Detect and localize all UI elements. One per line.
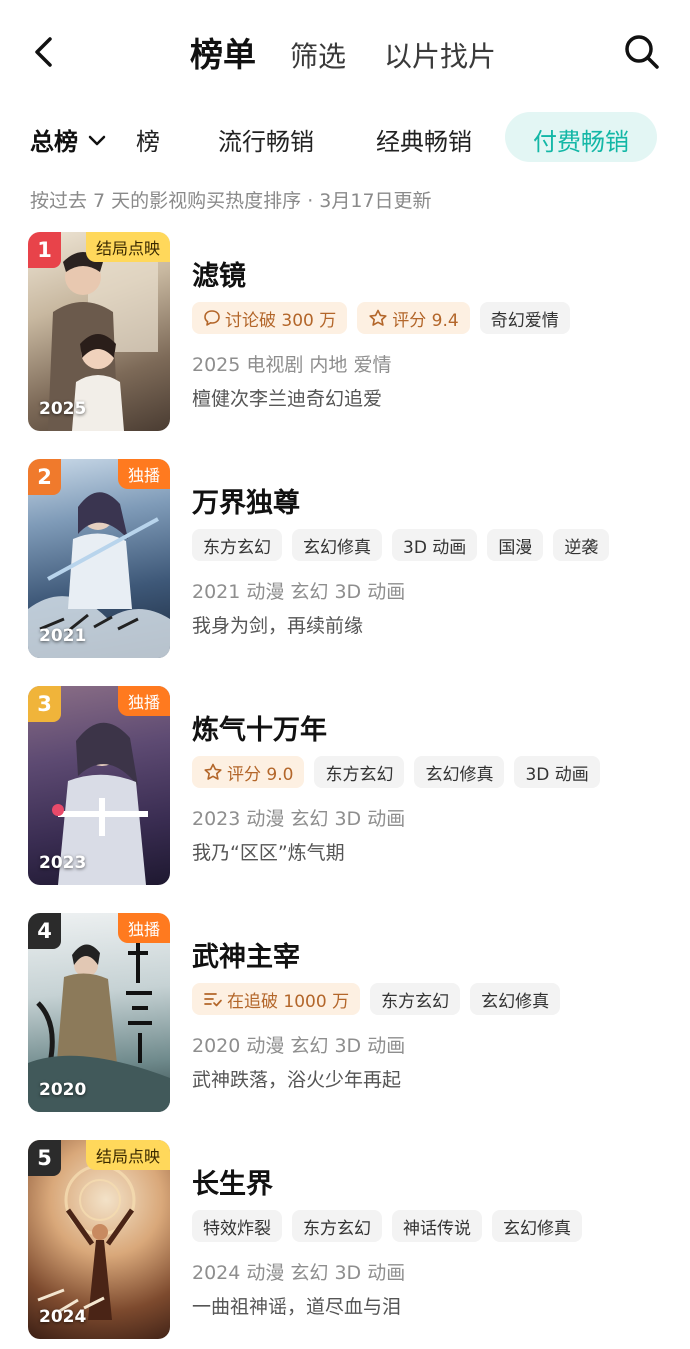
poster-year: 2024	[39, 1307, 87, 1327]
rank-badge: 5	[28, 1140, 61, 1176]
star-icon	[368, 309, 388, 327]
list-item[interactable]: 3 独播 2023 炼气十万年 评分 9.0 东方玄幻 玄幻修真 3D 动画 2…	[0, 686, 690, 886]
item-title[interactable]: 滤镜	[192, 254, 246, 293]
star-icon	[203, 763, 223, 781]
tag-genre[interactable]: 3D 动画	[514, 756, 600, 788]
category-tab-partial[interactable]: 榜	[136, 122, 160, 157]
tag-rating[interactable]: 评分 9.0	[192, 756, 305, 788]
back-button[interactable]	[26, 30, 60, 74]
item-description: 檀健次李兰迪奇幻追爱	[192, 388, 383, 410]
status-badge: 独播	[117, 913, 170, 943]
tag-genre[interactable]: 玄幻修真	[492, 1210, 582, 1242]
tag-genre[interactable]: 逆袭	[553, 529, 610, 561]
poster-image[interactable]: 3 独播 2023	[28, 686, 170, 885]
tag-label: 评分 9.4	[392, 310, 459, 331]
search-button[interactable]	[622, 32, 662, 72]
tag-label: 评分 9.0	[227, 764, 294, 785]
poster-image[interactable]: 5 结局点映 2024	[28, 1140, 170, 1339]
tag-genre[interactable]: 玄幻修真	[414, 756, 505, 788]
rank-badge: 4	[28, 913, 61, 949]
list-item[interactable]: 5 结局点映 2024 长生界 特效炸裂 东方玄幻 神话传说 玄幻修真 2024…	[0, 1140, 690, 1340]
tag-genre[interactable]: 玄幻修真	[470, 983, 561, 1015]
category-tabs: 总榜 榜 流行畅销 经典畅销 付费畅销	[0, 110, 690, 166]
item-description: 我身为剑，再续前缘	[192, 615, 364, 637]
tag-genre[interactable]: 东方玄幻	[192, 529, 282, 561]
tag-genre[interactable]: 东方玄幻	[370, 983, 461, 1015]
category-tab-popular[interactable]: 流行畅销	[218, 122, 314, 157]
chevron-down-icon	[88, 135, 106, 145]
item-title[interactable]: 武神主宰	[192, 935, 300, 974]
category-dropdown-label: 总榜	[30, 128, 78, 156]
tag-genre[interactable]: 奇幻爱情	[479, 302, 570, 334]
poster-year: 2023	[39, 853, 87, 873]
chevron-left-icon	[35, 37, 52, 67]
tag-genre[interactable]: 东方玄幻	[292, 1210, 382, 1242]
item-meta: 2024 动漫 玄幻 3D 动画	[192, 1262, 406, 1284]
item-description: 我乃“区区”炼气期	[192, 842, 345, 864]
comment-icon	[203, 309, 221, 327]
tag-following[interactable]: 在追破 1000 万	[192, 983, 361, 1015]
poster-year: 2020	[39, 1080, 87, 1100]
tag-list: 评分 9.0 东方玄幻 玄幻修真 3D 动画	[192, 756, 610, 788]
nav-tabs: 榜单 筛选 以片找片	[190, 28, 534, 76]
tag-genre[interactable]: 神话传说	[392, 1210, 482, 1242]
poster-year: 2025	[39, 399, 87, 419]
item-description: 武神跌落，浴火少年再起	[192, 1069, 402, 1091]
item-meta: 2025 电视剧 内地 爱情	[192, 354, 392, 376]
status-badge: 结局点映	[85, 1140, 170, 1170]
item-meta: 2021 动漫 玄幻 3D 动画	[192, 581, 406, 603]
tag-genre[interactable]: 国漫	[487, 529, 544, 561]
tab-rankings[interactable]: 榜单	[190, 28, 256, 76]
category-tab-paid[interactable]: 付费畅销	[505, 112, 657, 162]
status-badge: 结局点映	[85, 232, 170, 262]
tag-list: 讨论破 300 万 评分 9.4 奇幻爱情	[192, 302, 580, 334]
item-title[interactable]: 万界独尊	[192, 481, 300, 520]
category-tab-classic[interactable]: 经典畅销	[376, 122, 472, 157]
top-nav-bar: 榜单 筛选 以片找片	[0, 0, 690, 104]
tab-filter[interactable]: 筛选	[290, 35, 346, 75]
list-item[interactable]: 1 结局点映 2025 滤镜 讨论破 300 万 评分 9.4 奇幻爱情 202…	[0, 232, 690, 432]
poster-image[interactable]: 1 结局点映 2025	[28, 232, 170, 431]
poster-year: 2021	[39, 626, 87, 646]
rank-badge: 2	[28, 459, 61, 495]
category-dropdown[interactable]: 总榜	[30, 122, 106, 157]
tag-genre[interactable]: 玄幻修真	[292, 529, 382, 561]
ranking-description: 按过去 7 天的影视购买热度排序 · 3月17日更新	[30, 190, 432, 212]
item-meta: 2023 动漫 玄幻 3D 动画	[192, 808, 406, 830]
rank-badge: 3	[28, 686, 61, 722]
list-item[interactable]: 2 独播 2021 万界独尊 东方玄幻 玄幻修真 3D 动画 国漫 逆袭 202…	[0, 459, 690, 659]
tag-list: 特效炸裂 东方玄幻 神话传说 玄幻修真	[192, 1210, 592, 1242]
list-item[interactable]: 4 独播 2020 武神主宰 在追破 1000 万 东方玄幻 玄幻修真 2020…	[0, 913, 690, 1113]
tag-genre[interactable]: 东方玄幻	[314, 756, 405, 788]
item-title[interactable]: 长生界	[192, 1162, 273, 1201]
tab-find-by-clip[interactable]: 以片找片	[384, 35, 496, 75]
tag-discussion[interactable]: 讨论破 300 万	[192, 302, 348, 334]
tag-genre[interactable]: 3D 动画	[392, 529, 478, 561]
tag-list: 东方玄幻 玄幻修真 3D 动画 国漫 逆袭	[192, 529, 619, 561]
tag-genre[interactable]: 特效炸裂	[192, 1210, 282, 1242]
tag-label: 讨论破 300 万	[225, 310, 337, 331]
tag-rating[interactable]: 评分 9.4	[357, 302, 470, 334]
item-description: 一曲祖神谣，道尽血与泪	[192, 1296, 402, 1318]
tag-list: 在追破 1000 万 东方玄幻 玄幻修真	[192, 983, 570, 1015]
poster-image[interactable]: 4 独播 2020	[28, 913, 170, 1112]
item-meta: 2020 动漫 玄幻 3D 动画	[192, 1035, 406, 1057]
item-title[interactable]: 炼气十万年	[192, 708, 327, 747]
search-icon	[625, 35, 659, 69]
rank-badge: 1	[28, 232, 61, 268]
status-badge: 独播	[117, 686, 170, 716]
tag-label: 在追破 1000 万	[227, 991, 350, 1012]
list-check-icon	[203, 990, 223, 1008]
poster-image[interactable]: 2 独播 2021	[28, 459, 170, 658]
status-badge: 独播	[117, 459, 170, 489]
